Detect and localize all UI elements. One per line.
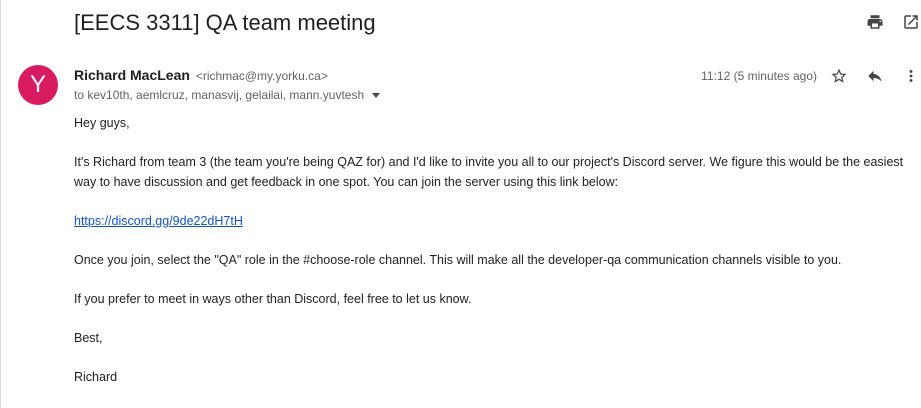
print-icon[interactable] [865, 12, 885, 32]
recipients-text: to kev10th, aemlcruz, manasvij, gelailai… [74, 88, 365, 102]
email-subject: [EECS 3311] QA team meeting [74, 10, 376, 35]
discord-link-paragraph: https://discord.gg/9de22dH7tH [74, 211, 904, 231]
sender-name[interactable]: Richard MacLean [74, 67, 190, 83]
email-view: [EECS 3311] QA team meeting Y Richard Ma… [0, 0, 921, 408]
reply-icon[interactable] [865, 66, 885, 86]
message-actions: 11:12 (5 minutes ago) [701, 66, 921, 86]
subject-actions [849, 12, 921, 32]
closing: Best, [74, 331, 103, 345]
signature: Richard [74, 370, 118, 384]
email-body: Hey guys, It's Richard from team 3 (the … [74, 113, 904, 406]
recipient-details-dropdown-icon[interactable] [372, 92, 381, 98]
discord-invite-link[interactable]: https://discord.gg/9de22dH7tH [74, 214, 243, 228]
sender-info: Richard MacLean <richmac@my.yorku.ca> [74, 66, 328, 85]
open-in-new-window-icon[interactable] [901, 12, 921, 32]
greeting: Hey guys, [74, 116, 130, 130]
sender-avatar[interactable]: Y [18, 65, 58, 105]
body-paragraph: Once you join, select the "QA" role in t… [74, 253, 842, 267]
body-paragraph: If you prefer to meet in ways other than… [74, 292, 472, 306]
message-timestamp: 11:12 (5 minutes ago) [701, 69, 817, 83]
sender-email: <richmac@my.yorku.ca> [195, 69, 328, 83]
more-vertical-icon[interactable] [901, 66, 921, 86]
star-icon[interactable] [829, 66, 849, 86]
recipients-line: to kev10th, aemlcruz, manasvij, gelailai… [74, 87, 381, 103]
body-paragraph: It's Richard from team 3 (the team you'r… [74, 155, 904, 189]
